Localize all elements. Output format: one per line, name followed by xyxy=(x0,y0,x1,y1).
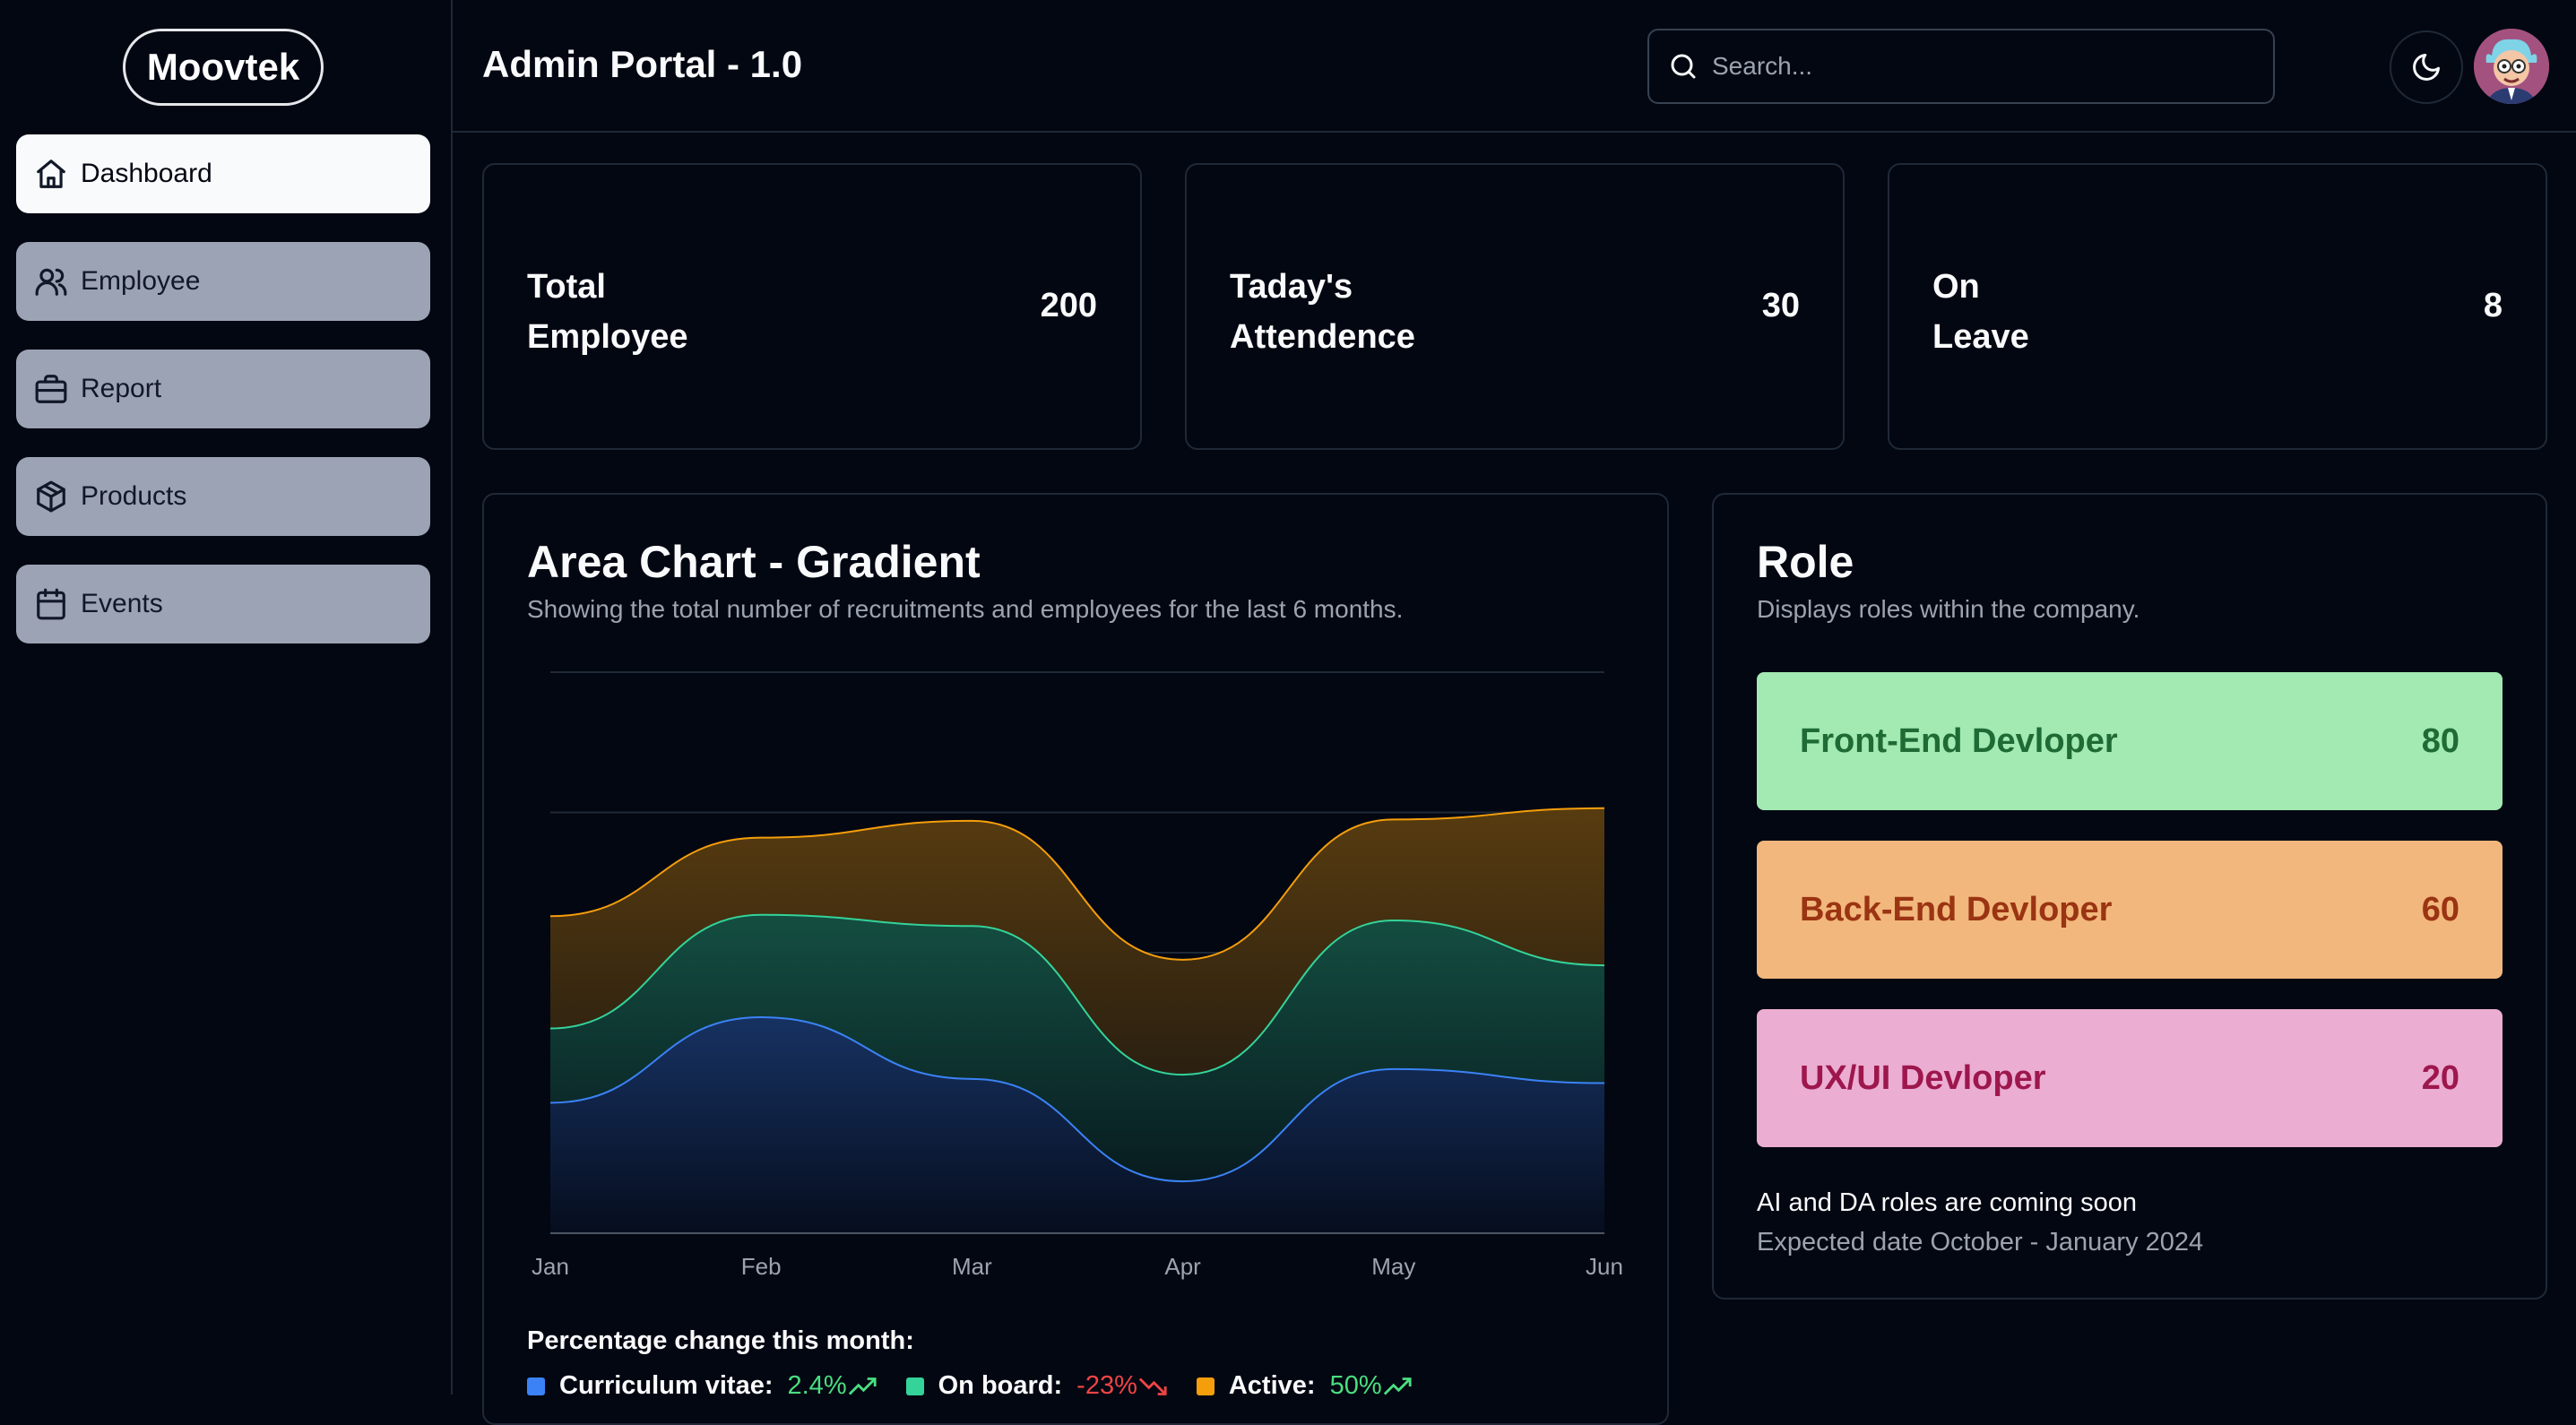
package-icon xyxy=(34,479,68,514)
role-item-uxui[interactable]: UX/UI Devloper 20 xyxy=(1757,1009,2503,1147)
stat-value: 200 xyxy=(1040,287,1097,324)
sidebar-item-employee[interactable]: Employee xyxy=(16,242,430,321)
sidebar: Moovtek Dashboard Employee Report Produc… xyxy=(0,0,453,1395)
stat-label: On Leave xyxy=(1932,268,2029,356)
legend-swatch xyxy=(527,1377,545,1395)
x-tick-label: Mar xyxy=(952,1253,992,1280)
role-label: Back-End Devloper xyxy=(1800,890,2113,928)
avatar[interactable] xyxy=(2474,29,2549,104)
percent-value: 50% xyxy=(1329,1371,1382,1400)
role-item-frontend[interactable]: Front-End Devloper 80 xyxy=(1757,672,2503,810)
role-label: UX/UI Devloper xyxy=(1800,1058,2046,1097)
role-title: Role xyxy=(1757,537,1854,587)
avatar-icon xyxy=(2474,29,2549,104)
role-description: Displays roles within the company. xyxy=(1757,595,2140,623)
moon-icon xyxy=(2413,54,2440,81)
theme-toggle-button[interactable] xyxy=(2390,30,2463,104)
stat-label: Total Employee xyxy=(527,268,688,356)
role-card: Role Displays roles within the company. … xyxy=(1712,493,2547,1300)
page-title: Admin Portal - 1.0 xyxy=(482,43,803,85)
x-tick-label: Feb xyxy=(741,1253,782,1280)
role-subnote: Expected date October - January 2024 xyxy=(1757,1228,2204,1257)
percent-value: 2.4% xyxy=(787,1371,847,1400)
percent-change-row: Curriculum vitae: 2.4% On board: -23% Ac… xyxy=(527,1371,1441,1401)
x-tick-label: Jun xyxy=(1586,1253,1623,1280)
role-note: AI and DA roles are coming soon xyxy=(1757,1188,2137,1217)
x-tick-label: May xyxy=(1371,1253,1415,1280)
percent-item-onboard: On board: -23% xyxy=(905,1371,1168,1401)
percent-label: Active: xyxy=(1228,1371,1316,1400)
percent-value: -23% xyxy=(1076,1371,1137,1400)
sidebar-item-label: Dashboard xyxy=(81,159,212,188)
role-count: 20 xyxy=(2421,1058,2459,1097)
stat-value: 8 xyxy=(2483,287,2503,324)
stat-card-attendance: Taday's Attendence 30 xyxy=(1185,163,1845,450)
legend-swatch xyxy=(905,1377,924,1395)
logo[interactable]: Moovtek xyxy=(123,29,324,106)
x-tick-label: Jan xyxy=(532,1253,569,1280)
percent-label: On board: xyxy=(938,1371,1063,1400)
briefcase-icon xyxy=(34,372,68,406)
percent-change-title: Percentage change this month: xyxy=(527,1326,914,1355)
percent-label: Curriculum vitae: xyxy=(559,1371,774,1400)
role-count: 80 xyxy=(2421,721,2459,760)
stat-value: 30 xyxy=(1761,287,1800,324)
sidebar-item-label: Report xyxy=(81,374,162,403)
search-bar[interactable] xyxy=(1647,29,2275,104)
sidebar-item-events[interactable]: Events xyxy=(16,565,430,643)
home-icon xyxy=(34,157,68,191)
sidebar-item-products[interactable]: Products xyxy=(16,457,430,536)
percent-item-active: Active: 50% xyxy=(1196,1371,1413,1401)
sidebar-item-label: Events xyxy=(81,589,163,618)
area-chart-card: Area Chart - Gradient Showing the total … xyxy=(482,493,1669,1425)
sidebar-item-label: Products xyxy=(81,481,187,511)
area-chart: Jan Feb Mar Apr May Jun xyxy=(532,671,1623,1280)
role-count: 60 xyxy=(2421,890,2459,928)
stat-label: Taday's Attendence xyxy=(1230,268,1415,356)
x-tick-label: Apr xyxy=(1164,1253,1201,1280)
sidebar-item-label: Employee xyxy=(81,266,201,296)
top-header: Admin Portal - 1.0 xyxy=(453,0,2576,133)
search-input[interactable] xyxy=(1712,52,2250,81)
role-item-backend[interactable]: Back-End Devloper 60 xyxy=(1757,841,2503,979)
role-label: Front-End Devloper xyxy=(1800,721,2118,760)
calendar-icon xyxy=(34,587,68,621)
sidebar-item-report[interactable]: Report xyxy=(16,350,430,428)
legend-swatch xyxy=(1196,1377,1215,1395)
search-icon xyxy=(1671,54,1696,79)
percent-item-cv: Curriculum vitae: 2.4% xyxy=(527,1371,877,1401)
sidebar-item-dashboard[interactable]: Dashboard xyxy=(16,134,430,213)
users-icon xyxy=(34,264,68,298)
stat-card-on-leave: On Leave 8 xyxy=(1888,163,2547,450)
stat-card-total-employee: Total Employee 200 xyxy=(482,163,1142,450)
